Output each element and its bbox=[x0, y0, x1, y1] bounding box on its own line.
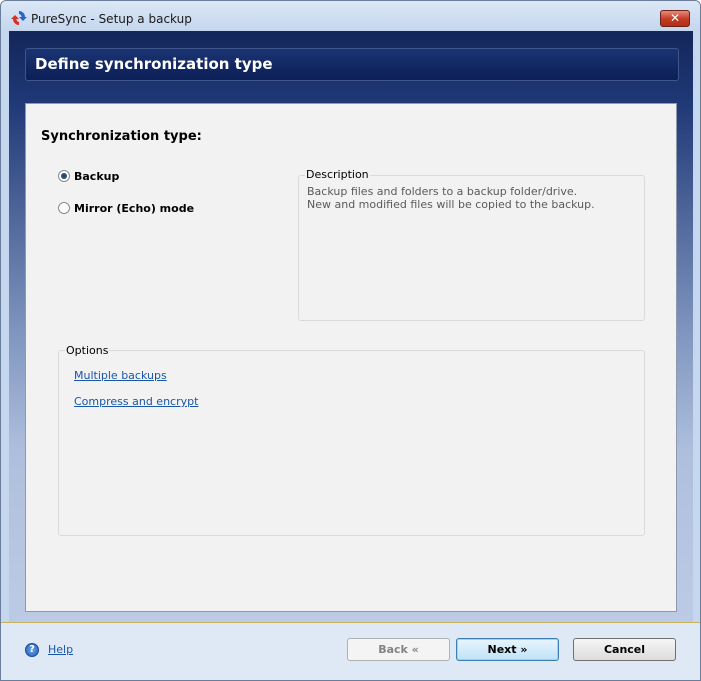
description-line-1: Backup files and folders to a backup fol… bbox=[307, 185, 578, 198]
wizard-content: Define synchronization type Synchronizat… bbox=[9, 31, 693, 622]
help-icon[interactable]: ? bbox=[25, 643, 39, 657]
page-header: Define synchronization type bbox=[25, 48, 679, 81]
setup-window: PureSync - Setup a backup ✕ Define synch… bbox=[0, 0, 701, 681]
description-line-2: New and modified files will be copied to… bbox=[307, 198, 595, 211]
page-title: Define synchronization type bbox=[35, 55, 273, 73]
wizard-footer: ? Help Back « Next » Cancel bbox=[1, 623, 700, 680]
help-link[interactable]: Help bbox=[48, 643, 73, 656]
description-group: Backup files and folders to a backup fol… bbox=[298, 175, 645, 321]
close-icon: ✕ bbox=[669, 11, 681, 25]
sync-type-label: Synchronization type: bbox=[41, 129, 202, 144]
multiple-backups-link[interactable]: Multiple backups bbox=[74, 369, 167, 382]
mirror-radio-label[interactable]: Mirror (Echo) mode bbox=[74, 202, 194, 215]
back-button[interactable]: Back « bbox=[347, 638, 450, 661]
window-title: PureSync - Setup a backup bbox=[31, 12, 192, 26]
sync-arrows-icon bbox=[11, 11, 27, 25]
next-button[interactable]: Next » bbox=[456, 638, 559, 661]
cancel-button[interactable]: Cancel bbox=[573, 638, 676, 661]
options-legend: Options bbox=[65, 344, 110, 357]
close-button[interactable]: ✕ bbox=[660, 10, 690, 27]
radio-selected-dot bbox=[61, 173, 67, 179]
compress-encrypt-link[interactable]: Compress and encrypt bbox=[74, 395, 198, 408]
title-bar[interactable]: PureSync - Setup a backup ✕ bbox=[1, 1, 700, 31]
description-legend: Description bbox=[305, 168, 370, 181]
options-group: Multiple backups Compress and encrypt bbox=[58, 350, 645, 536]
backup-radio-label[interactable]: Backup bbox=[74, 170, 119, 183]
main-panel: Synchronization type: Backup Mirror (Ech… bbox=[25, 103, 677, 612]
backup-radio[interactable] bbox=[58, 170, 70, 182]
mirror-radio[interactable] bbox=[58, 202, 70, 214]
